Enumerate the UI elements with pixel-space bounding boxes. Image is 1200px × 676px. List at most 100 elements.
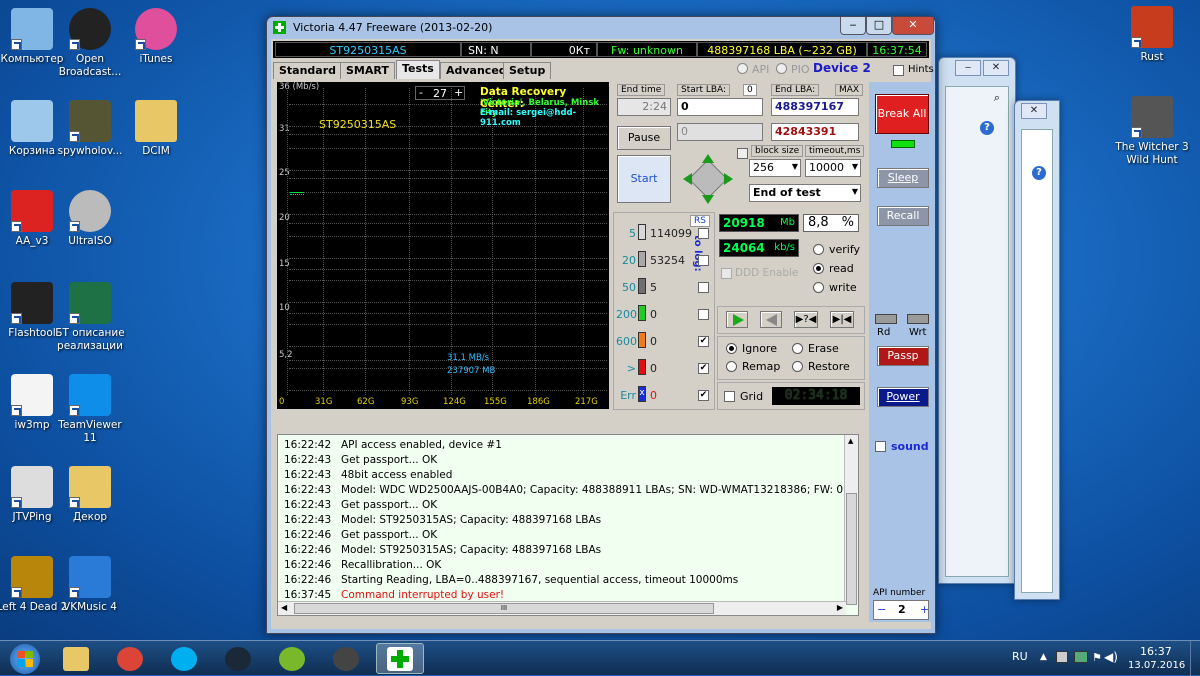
scroll-grip[interactable]: III [294, 603, 714, 614]
down-arrow-icon[interactable] [702, 195, 714, 204]
pio-radio[interactable] [776, 63, 787, 74]
taskbar-app[interactable] [214, 643, 262, 674]
play-icon[interactable] [726, 311, 748, 328]
restore-radio[interactable] [792, 361, 803, 372]
api-minus[interactable]: − [877, 603, 886, 616]
block-size-select[interactable]: 256 ▼ [749, 159, 801, 177]
start-lba-zero-button[interactable]: 0 [743, 84, 757, 96]
pad-checkbox[interactable] [737, 148, 748, 159]
help-icon-2[interactable]: ? [1032, 166, 1046, 180]
tab-standard[interactable]: Standard [273, 62, 343, 79]
log-vertical-scrollbar[interactable]: ▲ [844, 435, 858, 605]
desktop-icon[interactable]: DCIM [116, 100, 196, 158]
end-icon[interactable]: ▶|◀ [830, 311, 854, 328]
start-lba-field[interactable]: 0 [677, 98, 763, 116]
stat-log-checkbox[interactable] [698, 309, 709, 320]
sleep-button[interactable]: Sleep [877, 168, 929, 188]
background-window-1[interactable]: ‒ ✕ ⌕ ? [938, 57, 1016, 584]
ddd-checkbox[interactable] [721, 268, 732, 279]
api-plus[interactable]: + [920, 603, 929, 616]
tray-printer-icon[interactable] [1056, 651, 1068, 663]
desktop-icon[interactable]: Rust [1112, 6, 1192, 64]
maximize-button[interactable]: □ [866, 17, 892, 35]
right-arrow-icon[interactable] [724, 173, 733, 185]
power-button[interactable]: Power [877, 387, 929, 407]
language-indicator[interactable]: RU [1012, 650, 1028, 663]
stat-log-checkbox[interactable] [698, 228, 709, 239]
taskbar-app[interactable] [268, 643, 316, 674]
show-desktop-button[interactable] [1190, 641, 1200, 676]
tab-tests[interactable]: Tests [396, 60, 440, 79]
write-radio[interactable] [813, 282, 824, 293]
tray-flag-icon[interactable]: ⚑ [1092, 651, 1102, 664]
taskbar-app[interactable] [376, 643, 424, 674]
stat-log-checkbox[interactable]: ✔ [698, 336, 709, 347]
api-number-spinner[interactable]: − 2 + [873, 600, 929, 620]
read-radio[interactable] [813, 263, 824, 274]
rs-button[interactable]: RS [690, 215, 710, 227]
graph-counter[interactable]: - 27 + [415, 86, 465, 100]
tab-smart[interactable]: SMART [340, 62, 395, 79]
erase-radio[interactable] [792, 343, 803, 354]
back-icon[interactable] [760, 311, 782, 328]
close-button-2[interactable]: ✕ [1021, 103, 1047, 119]
desktop-icon[interactable]: iTunes [116, 8, 196, 66]
ignore-radio[interactable] [726, 343, 737, 354]
start-button[interactable] [2, 641, 48, 676]
stat-log-checkbox[interactable] [698, 255, 709, 266]
api-radio[interactable] [737, 63, 748, 74]
taskbar-app[interactable] [52, 643, 100, 674]
remap-radio[interactable] [726, 361, 737, 372]
hints-checkbox[interactable] [893, 65, 904, 76]
close-button[interactable]: ✕ [983, 60, 1009, 76]
search-icon[interactable]: ⌕ [994, 91, 1000, 105]
desktop-icon[interactable]: VKMusic 4 [50, 556, 130, 614]
taskbar-app[interactable] [322, 643, 370, 674]
counter-plus[interactable]: + [454, 86, 463, 99]
desktop-icon[interactable]: UltraISO [50, 190, 130, 248]
pause-button[interactable]: Pause [617, 126, 671, 150]
passp-button[interactable]: Passp [877, 346, 929, 366]
seek-icon[interactable]: ▶?◀ [794, 311, 818, 328]
log-horizontal-scrollbar[interactable]: ◀ III ▶ [278, 601, 846, 615]
taskbar-app[interactable] [160, 643, 208, 674]
break-all-button[interactable]: Break All [875, 94, 929, 134]
desktop-icon[interactable]: Декор [50, 466, 130, 524]
desktop-icon[interactable]: TeamViewer 11 [50, 374, 130, 445]
end-mode-select[interactable]: End of test ▼ [749, 184, 861, 202]
desktop-icon[interactable]: БТ описание реализации [50, 282, 130, 353]
end-time-field[interactable]: 2:24 [617, 98, 671, 116]
title-bar[interactable]: Victoria 4.47 Freeware (2013-02-20) ‒ □ … [267, 17, 935, 39]
max-button[interactable]: MAX [835, 84, 864, 96]
start-button[interactable]: Start [617, 155, 671, 203]
victoria-window[interactable]: Victoria 4.47 Freeware (2013-02-20) ‒ □ … [266, 16, 936, 634]
up-arrow-icon[interactable] [702, 154, 714, 163]
close-button[interactable]: ✕ [892, 17, 934, 35]
help-icon[interactable]: ? [980, 121, 994, 135]
timeout-select[interactable]: 10000 ▼ [805, 159, 861, 177]
stat-log-checkbox[interactable]: ✔ [698, 390, 709, 401]
log-area[interactable]: 16:22:42 API access enabled, device #1 16:… [277, 434, 859, 616]
minimize-button[interactable]: ‒ [955, 60, 981, 76]
grid-checkbox[interactable] [724, 391, 735, 402]
tab-advanced[interactable]: Advanced [440, 62, 513, 79]
taskbar-app[interactable] [106, 643, 154, 674]
end-lba-field[interactable]: 488397167 [771, 98, 859, 116]
recall-button[interactable]: Recall [877, 206, 929, 226]
clock-date[interactable]: 13.07.2016 [1128, 660, 1185, 671]
left-arrow-icon[interactable] [683, 173, 692, 185]
sound-checkbox[interactable] [875, 441, 886, 452]
clock-time[interactable]: 16:37 [1140, 645, 1172, 658]
direction-pad[interactable] [681, 152, 735, 206]
counter-minus[interactable]: - [419, 86, 423, 99]
tray-chevron-icon[interactable]: ▲ [1040, 652, 1047, 662]
stat-log-checkbox[interactable]: ✔ [698, 363, 709, 374]
tray-network-icon[interactable] [1074, 651, 1088, 663]
minimize-button[interactable]: ‒ [840, 17, 866, 35]
verify-radio[interactable] [813, 244, 824, 255]
tab-setup[interactable]: Setup [503, 62, 552, 79]
tray-volume-icon[interactable]: ◀) [1104, 650, 1118, 664]
desktop-icon[interactable]: The Witcher 3 Wild Hunt [1112, 96, 1192, 167]
stat-log-checkbox[interactable] [698, 282, 709, 293]
background-window-2[interactable]: ✕ ? [1014, 100, 1060, 600]
